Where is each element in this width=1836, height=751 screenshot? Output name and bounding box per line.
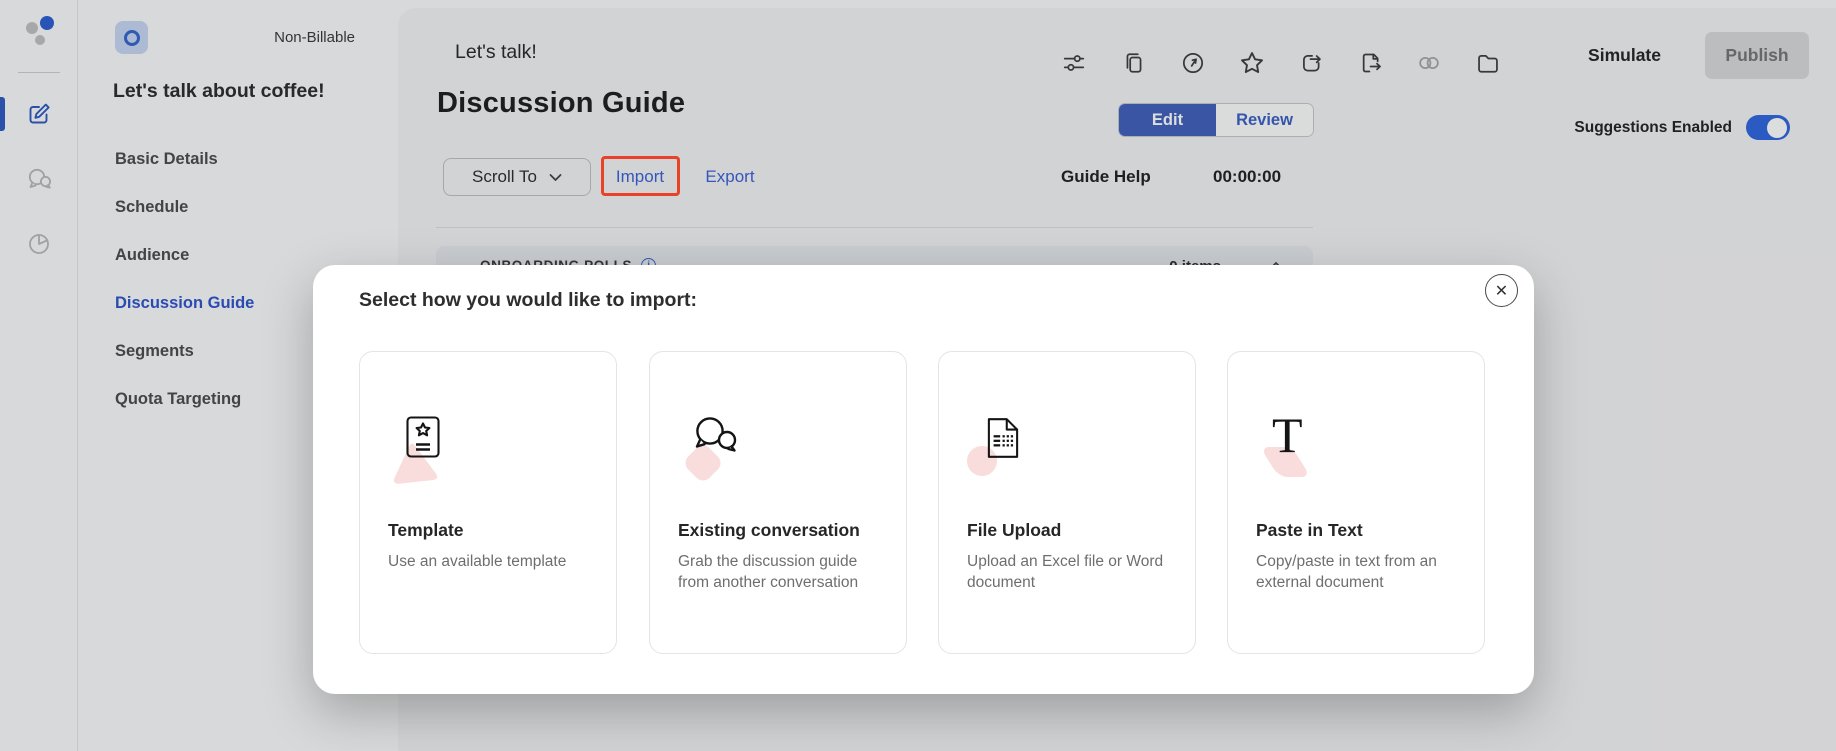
- card-description: Grab the discussion guide from another c…: [678, 553, 859, 591]
- card-title: File Upload: [967, 520, 1062, 540]
- text-letter-icon: T: [1272, 410, 1303, 460]
- import-option-existing-conversation[interactable]: Existing conversation Grab the discussio…: [649, 351, 907, 654]
- modal-title: Select how you would like to import:: [359, 289, 698, 311]
- import-modal: Select how you would like to import: ✕ T…: [313, 265, 1534, 694]
- spreadsheet-file-icon: [987, 418, 1019, 458]
- card-title: Template: [388, 520, 464, 540]
- import-option-file-upload[interactable]: File Upload Upload an Excel file or Word…: [938, 351, 1196, 654]
- card-description: Use an available template: [388, 553, 567, 570]
- svg-text:T: T: [1272, 410, 1303, 460]
- import-option-paste-text[interactable]: T Paste in Text Copy/paste in text from …: [1227, 351, 1485, 654]
- close-icon[interactable]: ✕: [1485, 274, 1518, 307]
- card-description: Upload an Excel file or Word document: [967, 553, 1164, 591]
- card-title: Paste in Text: [1256, 520, 1363, 540]
- card-title: Existing conversation: [678, 520, 860, 540]
- card-description: Copy/paste in text from an external docu…: [1256, 553, 1437, 591]
- chat-bubbles-icon: [695, 417, 737, 452]
- import-option-template[interactable]: Template Use an available template: [359, 351, 617, 654]
- app-window: Non-Billable Let's talk about coffee! Ba…: [0, 0, 1836, 751]
- template-document-icon: [406, 416, 440, 458]
